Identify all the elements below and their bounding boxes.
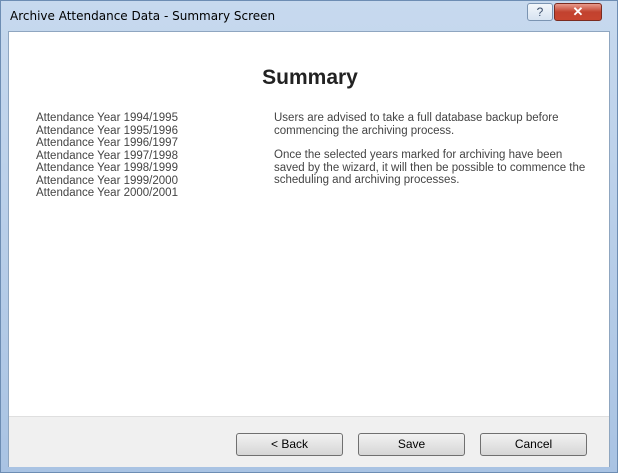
years-list: Attendance Year 1994/1995 Attendance Yea…: [36, 112, 178, 200]
help-button[interactable]: ?: [527, 3, 553, 21]
button-bar: < Back Save Cancel: [9, 416, 609, 467]
window-title: Archive Attendance Data - Summary Screen: [10, 9, 276, 23]
dialog-window: Archive Attendance Data - Summary Screen…: [0, 0, 618, 473]
page-title: Summary: [262, 66, 358, 89]
notes: Users are advised to take a full databas…: [274, 112, 594, 199]
title-bar[interactable]: Archive Attendance Data - Summary Screen…: [1, 1, 617, 31]
archiving-note: Once the selected years marked for archi…: [274, 149, 586, 186]
backup-note: Users are advised to take a full databas…: [274, 112, 559, 137]
list-item: Attendance Year 1994/1995: [36, 112, 178, 124]
list-item: Attendance Year 2000/2001: [36, 187, 178, 199]
save-button[interactable]: Save: [358, 433, 465, 456]
dialog-content: Summary Attendance Year 1994/1995 Attend…: [8, 31, 610, 467]
list-item: Attendance Year 1996/1997: [36, 137, 178, 149]
list-item: Attendance Year 1998/1999: [36, 162, 178, 174]
list-item: Attendance Year 1997/1998: [36, 149, 178, 162]
back-button[interactable]: < Back: [236, 433, 343, 456]
close-icon: ✕: [572, 4, 584, 19]
list-item: Attendance Year 1999/2000: [36, 174, 178, 187]
cancel-button[interactable]: Cancel: [480, 433, 587, 456]
help-icon: ?: [536, 5, 544, 19]
list-item: Attendance Year 1995/1996: [36, 124, 178, 137]
close-button[interactable]: ✕: [554, 3, 602, 21]
